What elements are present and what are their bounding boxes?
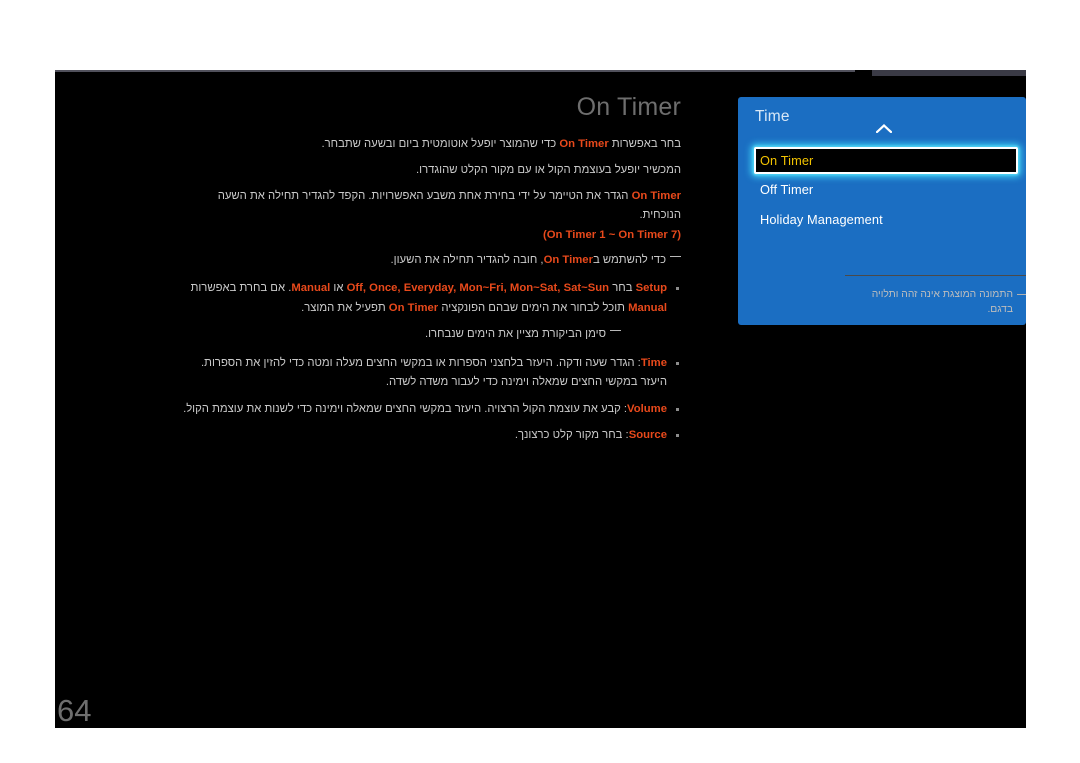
paragraph-2: המכשיר יופעל בעוצמת הקול או עם מקור הקלט… — [181, 161, 681, 180]
osd-item-on-timer-label: On Timer — [760, 153, 814, 168]
bullet-dot-icon — [676, 434, 679, 438]
bullet-setup-keyword: Setup — [635, 282, 667, 295]
osd-item-off-timer-label: Off Timer — [760, 182, 814, 197]
paragraph-1: בחר באפשרות On Timer כדי שהמוצר יופעל או… — [181, 135, 681, 154]
bullet-volume-keyword: Volume — [627, 402, 667, 415]
paragraph-3: On Timer הגדר את הטיימר על ידי בחירת אחת… — [181, 187, 681, 226]
timer-range-line: (On Timer 1 ~ On Timer 7) — [542, 228, 681, 241]
bullet-setup-text-after: . אם בחרת באפשרות — [190, 282, 292, 295]
clock-requirement-note: כדי להשתמש בOn Timer, חובה להגדיר תחילה … — [181, 251, 681, 270]
osd-item-on-timer[interactable]: On Timer — [754, 147, 1018, 174]
page-number: 64 — [57, 693, 92, 728]
bullet-volume-text: : קבע את עוצמת הקול הרצויה. היעזר במקשי … — [183, 402, 628, 415]
screenshot-root: On Timer בחר באפשרות On Timer כדי שהמוצר… — [0, 0, 1080, 763]
bullet-setup-text-before: בחר — [609, 282, 636, 295]
bullet-source: Source: בחר מקור קלט כרצונך. — [181, 426, 681, 445]
chevron-up-icon[interactable] — [876, 124, 892, 133]
settings-bullet-list: Setup בחר Off, Once, Everyday, Mon~Fri, … — [181, 279, 681, 318]
bullet-time-text: : הגדר שעה ודקה. היעזר בלחצני הספרות או … — [201, 357, 667, 389]
osd-panel-title: Time — [755, 108, 790, 125]
note-dash-icon — [670, 255, 681, 257]
bullet-setup-options: Off, Once, Everyday, Mon~Fri, Mon~Sat, S… — [346, 282, 610, 295]
model-note-block: התמונה המוצגת אינה זהה ותלויה בדגם. — [845, 275, 1026, 317]
body-column: On Timer בחר באפשרות On Timer כדי שהמוצר… — [181, 93, 681, 452]
clock-note-suffix: , חובה להגדיר תחילה את השעון. — [390, 253, 544, 266]
bullet-setup-manual-2: Manual — [628, 301, 667, 314]
bullet-setup-manual: Manual — [291, 282, 331, 295]
bullet-setup-keyword-2: On Timer — [388, 301, 439, 314]
bullet-source-keyword: Source — [628, 429, 667, 442]
settings-bullet-list-2: Time: הגדר שעה ודקה. היעזר בלחצני הספרות… — [181, 354, 681, 445]
bullet-volume: Volume: קבע את עוצמת הקול הרצויה. היעזר … — [181, 400, 681, 419]
clock-note-prefix: כדי להשתמש ב — [592, 253, 666, 266]
osd-item-off-timer[interactable]: Off Timer — [754, 177, 1018, 202]
model-note-dash-icon — [1017, 294, 1026, 295]
osd-item-holiday-management[interactable]: Holiday Management — [754, 207, 1018, 232]
paragraph-1-text-b: כדי שהמוצר יופעל אוטומטית ביום ובשעה שתב… — [321, 137, 560, 150]
page-title: On Timer — [576, 93, 681, 121]
paragraph-3-text: הגדר את הטיימר על ידי בחירת אחת משבע האפ… — [217, 190, 681, 222]
bullet-setup-tail: תוכל לבחור את הימים שבהם הפונקציה — [438, 301, 629, 314]
clock-note-keyword: On Timer — [543, 253, 593, 266]
paragraph-1-keyword: On Timer — [559, 137, 609, 150]
page-top-tab — [872, 70, 1026, 76]
checkmark-note: סימן הביקורת מציין את הימים שנבחרו. — [181, 325, 621, 344]
checkmark-note-text: סימן הביקורת מציין את הימים שנבחרו. — [424, 327, 606, 340]
paragraph-1-text-a: בחר באפשרות — [608, 137, 681, 150]
bullet-setup-text-mid: או — [330, 282, 347, 295]
bullet-dot-icon — [676, 362, 679, 366]
bullet-time-keyword: Time — [640, 357, 667, 370]
manual-page: On Timer בחר באפשרות On Timer כדי שהמוצר… — [55, 70, 1026, 728]
bullet-source-text: : בחר מקור קלט כרצונך. — [514, 429, 629, 442]
paragraph-2-text: המכשיר יופעל בעוצמת הקול או עם מקור הקלט… — [416, 163, 681, 176]
bullet-dot-icon — [676, 407, 679, 411]
checkmark-note-dash-icon — [610, 329, 621, 331]
model-note: התמונה המוצגת אינה זהה ותלויה בדגם. — [845, 287, 1026, 317]
bullet-setup: Setup בחר Off, Once, Everyday, Mon~Fri, … — [181, 279, 681, 318]
bullet-setup-tail-2: תפעיל את המוצר. — [301, 301, 389, 314]
page-top-rule — [55, 70, 855, 72]
paragraph-3-keyword: On Timer — [631, 190, 681, 203]
model-note-text: התמונה המוצגת אינה זהה ותלויה בדגם. — [871, 289, 1013, 315]
model-note-rule — [845, 275, 1026, 276]
bullet-time: Time: הגדר שעה ודקה. היעזר בלחצני הספרות… — [181, 354, 681, 393]
osd-item-holiday-management-label: Holiday Management — [760, 212, 883, 227]
bullet-dot-icon — [676, 287, 679, 291]
